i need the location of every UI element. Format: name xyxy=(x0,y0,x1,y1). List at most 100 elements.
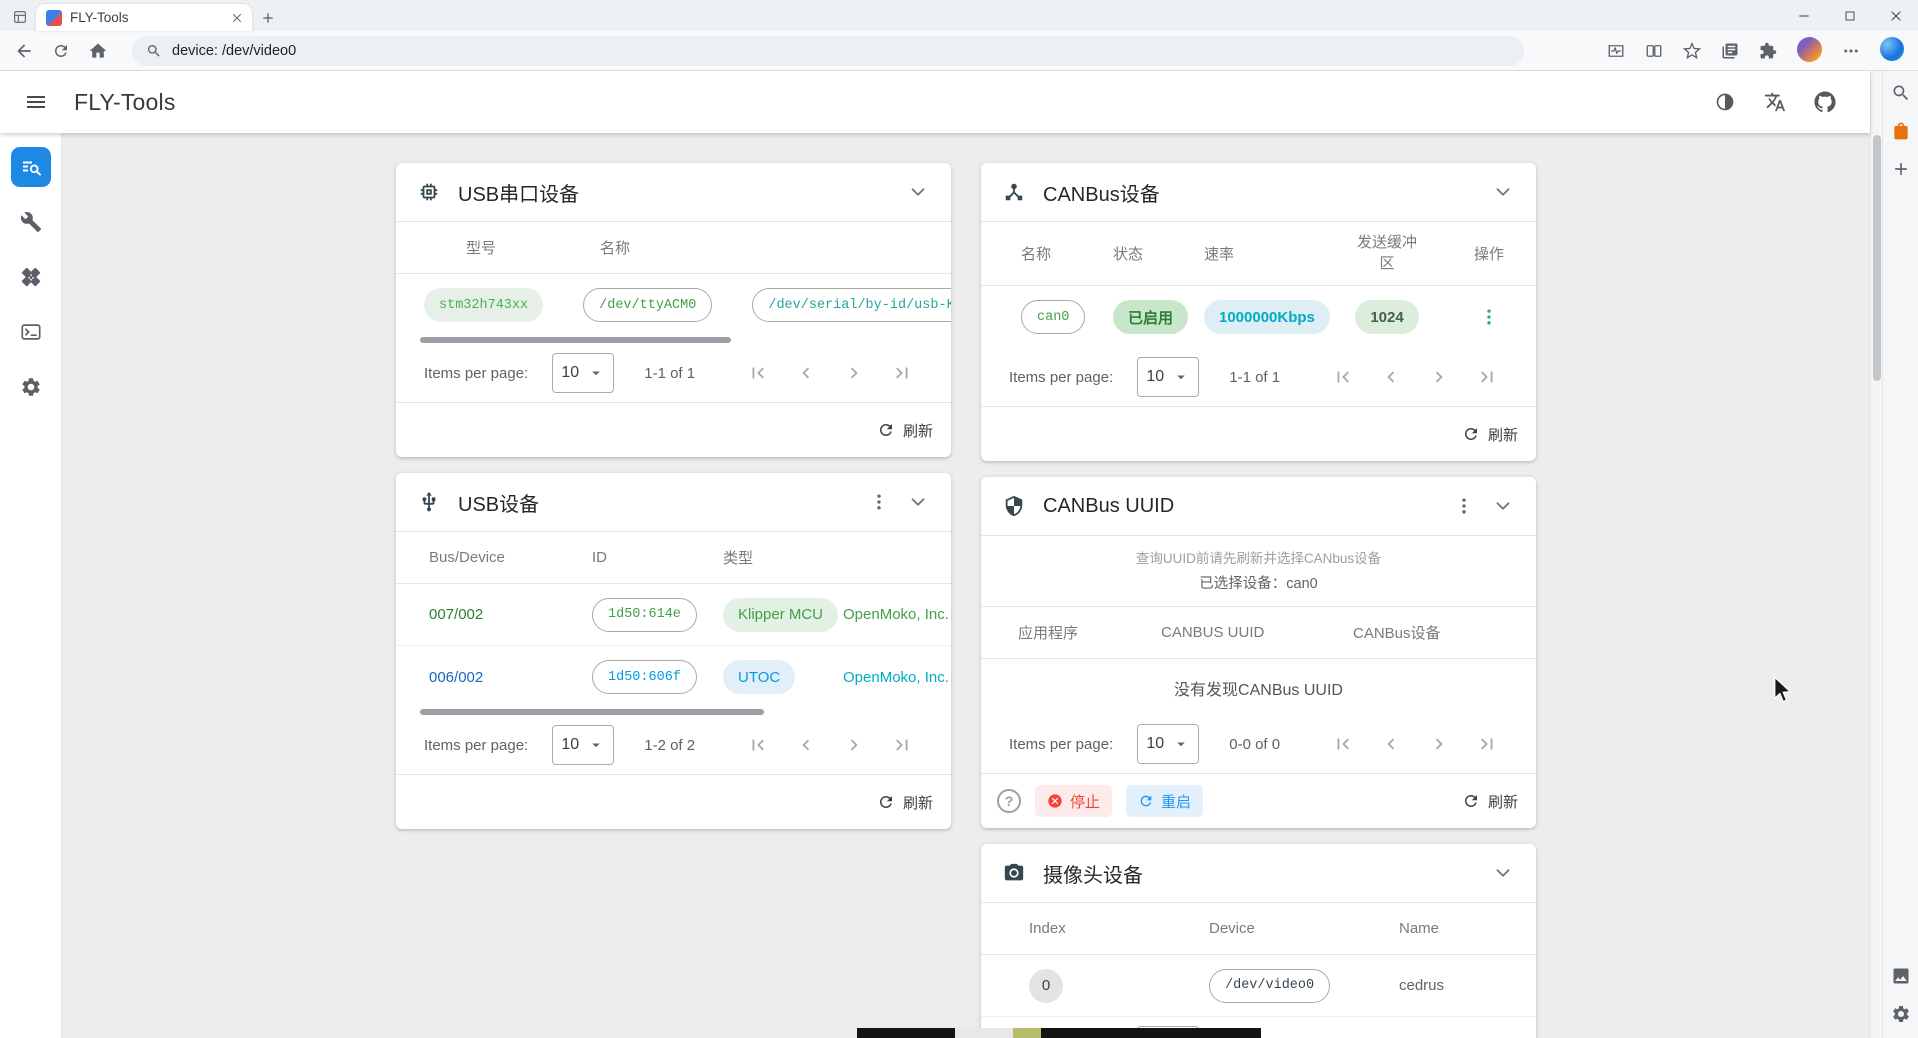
reload-button[interactable] xyxy=(52,42,70,60)
sidebar-item-build[interactable] xyxy=(11,202,51,242)
browser-tab[interactable]: FLY-Tools xyxy=(36,4,252,31)
window-maximize-button[interactable] xyxy=(1842,8,1858,24)
page-scrollbar[interactable] xyxy=(1870,71,1882,1038)
items-per-page-label: Items per page: xyxy=(1009,736,1113,753)
items-per-page-select[interactable]: 10 xyxy=(552,725,614,765)
can-status-chip: 已启用 xyxy=(1113,300,1188,334)
usb-devices-card-header: USB设备 xyxy=(396,473,951,531)
card-menu-icon[interactable] xyxy=(869,492,889,512)
next-page-button[interactable] xyxy=(843,362,865,384)
column-header-status: 状态 xyxy=(1113,243,1204,264)
collapse-chevron-icon[interactable] xyxy=(1492,181,1514,203)
sidebar-item-device-query[interactable] xyxy=(11,147,51,187)
browser-menu-icon[interactable] xyxy=(1842,42,1860,60)
browser-essentials-icon[interactable] xyxy=(1607,42,1625,60)
pagination-range: 1-1 of 1 xyxy=(644,365,695,382)
next-page-button[interactable] xyxy=(1428,733,1450,755)
browser-toolbar: device: /dev/video0 xyxy=(0,31,1918,71)
refresh-button[interactable]: 刷新 xyxy=(877,792,933,813)
last-page-button[interactable] xyxy=(891,362,913,384)
window-close-button[interactable] xyxy=(1888,8,1904,24)
restart-button[interactable]: 重启 xyxy=(1126,785,1203,817)
last-page-button[interactable] xyxy=(1476,366,1498,388)
collapse-chevron-icon[interactable] xyxy=(907,491,929,513)
sidebar-item-terminal[interactable] xyxy=(11,312,51,352)
column-header-bus: Bus/Device xyxy=(429,549,592,566)
previous-page-button[interactable] xyxy=(795,734,817,756)
row-actions-menu-icon[interactable] xyxy=(1479,307,1499,327)
window-minimize-button[interactable] xyxy=(1796,8,1812,24)
sidebar-shopping-icon[interactable] xyxy=(1891,121,1911,141)
canbus-devices-card: CANBus设备 名称 状态 速率 发送缓冲区 操作 xyxy=(981,163,1536,461)
collections-icon[interactable] xyxy=(1721,42,1739,60)
items-per-page-select[interactable]: 10 xyxy=(1137,357,1199,397)
github-icon[interactable] xyxy=(1814,91,1836,113)
column-header-index: Index xyxy=(1029,920,1209,937)
last-page-button[interactable] xyxy=(891,734,913,756)
camera-index-chip: 0 xyxy=(1029,969,1063,1003)
first-page-button[interactable] xyxy=(747,734,769,756)
refresh-button[interactable]: 刷新 xyxy=(877,420,933,441)
sidebar-add-icon[interactable] xyxy=(1891,159,1911,179)
items-per-page-select[interactable]: 10 xyxy=(1137,724,1199,764)
sidebar-search-icon[interactable] xyxy=(1891,83,1911,103)
app-header: FLY-Tools xyxy=(0,71,1870,133)
card-menu-icon[interactable] xyxy=(1454,496,1474,516)
pagination-nav xyxy=(1332,733,1498,755)
previous-page-button[interactable] xyxy=(795,362,817,384)
card-footer: 刷新 xyxy=(396,775,951,829)
vendor-cell: OpenMoko, Inc. s xyxy=(843,606,951,623)
stop-button[interactable]: 停止 xyxy=(1035,785,1112,817)
previous-page-button[interactable] xyxy=(1380,733,1402,755)
refresh-button[interactable]: 刷新 xyxy=(1462,791,1518,812)
split-screen-icon[interactable] xyxy=(1645,42,1663,60)
favorites-star-icon[interactable] xyxy=(1683,42,1701,60)
selected-device-text: 已选择设备：can0 xyxy=(981,572,1536,593)
refresh-label: 刷新 xyxy=(1488,424,1518,445)
items-per-page-label: Items per page: xyxy=(1009,369,1113,386)
column-header-device: Device xyxy=(1209,920,1399,937)
pagination-nav xyxy=(747,734,913,756)
table-header-row: Index Device Name xyxy=(981,903,1536,955)
first-page-button[interactable] xyxy=(1332,733,1354,755)
extensions-puzzle-icon[interactable] xyxy=(1759,42,1777,60)
sidebar-item-flash[interactable] xyxy=(11,257,51,297)
collapse-chevron-icon[interactable] xyxy=(1492,495,1514,517)
copilot-icon[interactable] xyxy=(1880,37,1904,64)
tab-actions-icon[interactable] xyxy=(12,9,28,25)
first-page-button[interactable] xyxy=(1332,366,1354,388)
sidebar-settings-gear-icon[interactable] xyxy=(1891,1004,1911,1024)
stop-label: 停止 xyxy=(1070,791,1100,812)
theme-toggle-icon[interactable] xyxy=(1714,91,1736,113)
tab-close-icon[interactable] xyxy=(230,11,244,25)
horizontal-scrollbar-thumb[interactable] xyxy=(420,709,764,715)
profile-avatar[interactable] xyxy=(1797,37,1822,65)
refresh-button[interactable]: 刷新 xyxy=(1462,424,1518,445)
home-button[interactable] xyxy=(88,41,108,61)
hamburger-menu-icon[interactable] xyxy=(24,90,48,114)
device-search-icon xyxy=(19,155,43,179)
sidebar-screenshot-icon[interactable] xyxy=(1891,966,1911,986)
help-icon[interactable]: ? xyxy=(997,789,1021,813)
next-page-button[interactable] xyxy=(843,734,865,756)
new-tab-button[interactable] xyxy=(260,10,276,26)
column-header-uuid: CANBUS UUID xyxy=(1161,624,1353,641)
page-scrollbar-thumb[interactable] xyxy=(1873,135,1881,381)
last-page-button[interactable] xyxy=(1476,733,1498,755)
back-button[interactable] xyxy=(14,41,34,61)
items-per-page-value: 10 xyxy=(1146,368,1164,386)
sidebar-item-settings[interactable] xyxy=(11,367,51,407)
refresh-icon xyxy=(877,793,895,811)
address-bar[interactable]: device: /dev/video0 xyxy=(132,36,1524,66)
stop-icon xyxy=(1047,793,1063,809)
collapse-chevron-icon[interactable] xyxy=(1492,862,1514,884)
page-area: FLY-Tools xyxy=(0,71,1870,1038)
items-per-page-select[interactable]: 10 xyxy=(552,353,614,393)
next-page-button[interactable] xyxy=(1428,366,1450,388)
collapse-chevron-icon[interactable] xyxy=(907,181,929,203)
translate-icon[interactable] xyxy=(1764,91,1786,113)
header-actions xyxy=(1714,91,1836,113)
previous-page-button[interactable] xyxy=(1380,366,1402,388)
horizontal-scrollbar-thumb[interactable] xyxy=(420,337,731,343)
first-page-button[interactable] xyxy=(747,362,769,384)
